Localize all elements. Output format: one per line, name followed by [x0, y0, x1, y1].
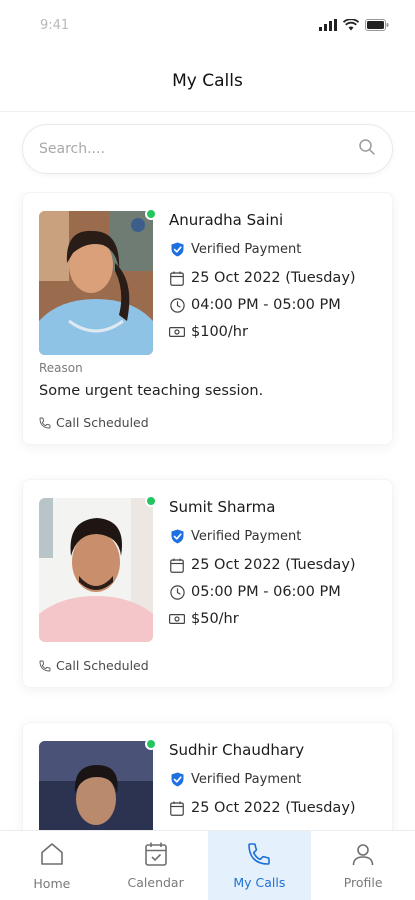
- verified-payment: Verified Payment: [169, 528, 356, 544]
- verified-shield-icon: [169, 771, 185, 787]
- reason-text: Some urgent teaching session.: [39, 383, 264, 399]
- call-status-text: Call Scheduled: [56, 658, 149, 673]
- call-status-text: Call Scheduled: [56, 415, 149, 430]
- verified-label: Verified Payment: [191, 771, 302, 787]
- call-time-text: 05:00 PM - 06:00 PM: [191, 584, 341, 600]
- call-time: 05:00 PM - 06:00 PM: [169, 584, 356, 600]
- call-rate: $100/hr: [169, 324, 356, 340]
- search-container: [0, 112, 415, 174]
- caller-name: Sumit Sharma: [169, 498, 276, 516]
- page-header: My Calls: [0, 50, 415, 112]
- call-card[interactable]: Sumit Sharma Verified Payment 25 Oct 202…: [22, 479, 393, 688]
- call-rate-text: $50/hr: [191, 611, 239, 627]
- caller-name: Anuradha Saini: [169, 211, 284, 229]
- tab-calendar-label: Calendar: [127, 874, 184, 890]
- search-input[interactable]: [39, 141, 358, 157]
- avatar: [39, 208, 157, 355]
- tab-my-calls[interactable]: My Calls: [207, 831, 312, 900]
- status-icons: [319, 19, 389, 31]
- avatar-photo: [39, 211, 153, 355]
- page-title: My Calls: [172, 70, 243, 91]
- tab-my-calls-label: My Calls: [233, 874, 286, 890]
- call-card[interactable]: Sudhir Chaudhary Verified Payment 25 Oct…: [22, 722, 393, 832]
- verified-shield-icon: [169, 528, 185, 544]
- call-rate-text: $100/hr: [191, 324, 248, 340]
- cash-icon: [169, 324, 185, 340]
- verified-shield-icon: [169, 241, 185, 257]
- call-date: 25 Oct 2022 (Tuesday): [169, 800, 356, 816]
- call-info: Sumit Sharma Verified Payment 25 Oct 202…: [169, 498, 356, 642]
- clock-icon: [169, 297, 185, 313]
- calendar-icon: [169, 270, 185, 286]
- verified-payment: Verified Payment: [169, 241, 356, 257]
- wifi-icon: [343, 19, 359, 31]
- status-bar: 9:41: [0, 0, 415, 50]
- call-time-text: 04:00 PM - 05:00 PM: [191, 297, 341, 313]
- reason-label: Reason: [39, 361, 83, 375]
- avatar-photo: [39, 741, 153, 832]
- call-date: 25 Oct 2022 (Tuesday): [169, 557, 356, 573]
- call-info: Anuradha Saini Verified Payment 25 Oct 2…: [169, 211, 356, 355]
- phone-icon: [247, 842, 271, 869]
- call-info: Sudhir Chaudhary Verified Payment 25 Oct…: [169, 741, 356, 832]
- calendar-icon: [144, 842, 167, 869]
- tab-home-label: Home: [33, 875, 71, 891]
- verified-label: Verified Payment: [191, 528, 302, 544]
- status-time: 9:41: [40, 17, 70, 33]
- phone-icon: [39, 660, 51, 672]
- tab-profile[interactable]: Profile: [311, 831, 415, 900]
- call-date-text: 25 Oct 2022 (Tuesday): [191, 270, 356, 286]
- call-time: 04:00 PM - 05:00 PM: [169, 297, 356, 313]
- battery-icon: [365, 19, 389, 31]
- call-date-text: 25 Oct 2022 (Tuesday): [191, 800, 356, 816]
- tab-profile-label: Profile: [343, 874, 383, 890]
- phone-icon: [39, 417, 51, 429]
- online-indicator: [145, 495, 157, 507]
- call-rate: $50/hr: [169, 611, 356, 627]
- call-date-text: 25 Oct 2022 (Tuesday): [191, 557, 356, 573]
- caller-name: Sudhir Chaudhary: [169, 741, 305, 759]
- verified-payment: Verified Payment: [169, 771, 356, 787]
- avatar: [39, 738, 157, 832]
- home-icon: [39, 841, 65, 870]
- tab-home[interactable]: Home: [0, 831, 104, 900]
- user-icon: [351, 842, 375, 869]
- signal-icon: [319, 19, 337, 31]
- tab-calendar[interactable]: Calendar: [104, 831, 208, 900]
- calendar-icon: [169, 800, 185, 816]
- verified-label: Verified Payment: [191, 241, 302, 257]
- clock-icon: [169, 584, 185, 600]
- calls-list[interactable]: Anuradha Saini Verified Payment 25 Oct 2…: [0, 192, 415, 832]
- call-card[interactable]: Anuradha Saini Verified Payment 25 Oct 2…: [22, 192, 393, 445]
- search-icon[interactable]: [358, 138, 376, 160]
- call-date: 25 Oct 2022 (Tuesday): [169, 270, 356, 286]
- calendar-icon: [169, 557, 185, 573]
- call-status: Call Scheduled: [39, 415, 376, 430]
- call-status: Call Scheduled: [39, 658, 376, 673]
- avatar: [39, 495, 157, 642]
- online-indicator: [145, 208, 157, 220]
- search-bar[interactable]: [22, 124, 393, 174]
- avatar-photo: [39, 498, 153, 642]
- cash-icon: [169, 611, 185, 627]
- online-indicator: [145, 738, 157, 750]
- bottom-tab-bar: Home Calendar My Calls Profile: [0, 830, 415, 900]
